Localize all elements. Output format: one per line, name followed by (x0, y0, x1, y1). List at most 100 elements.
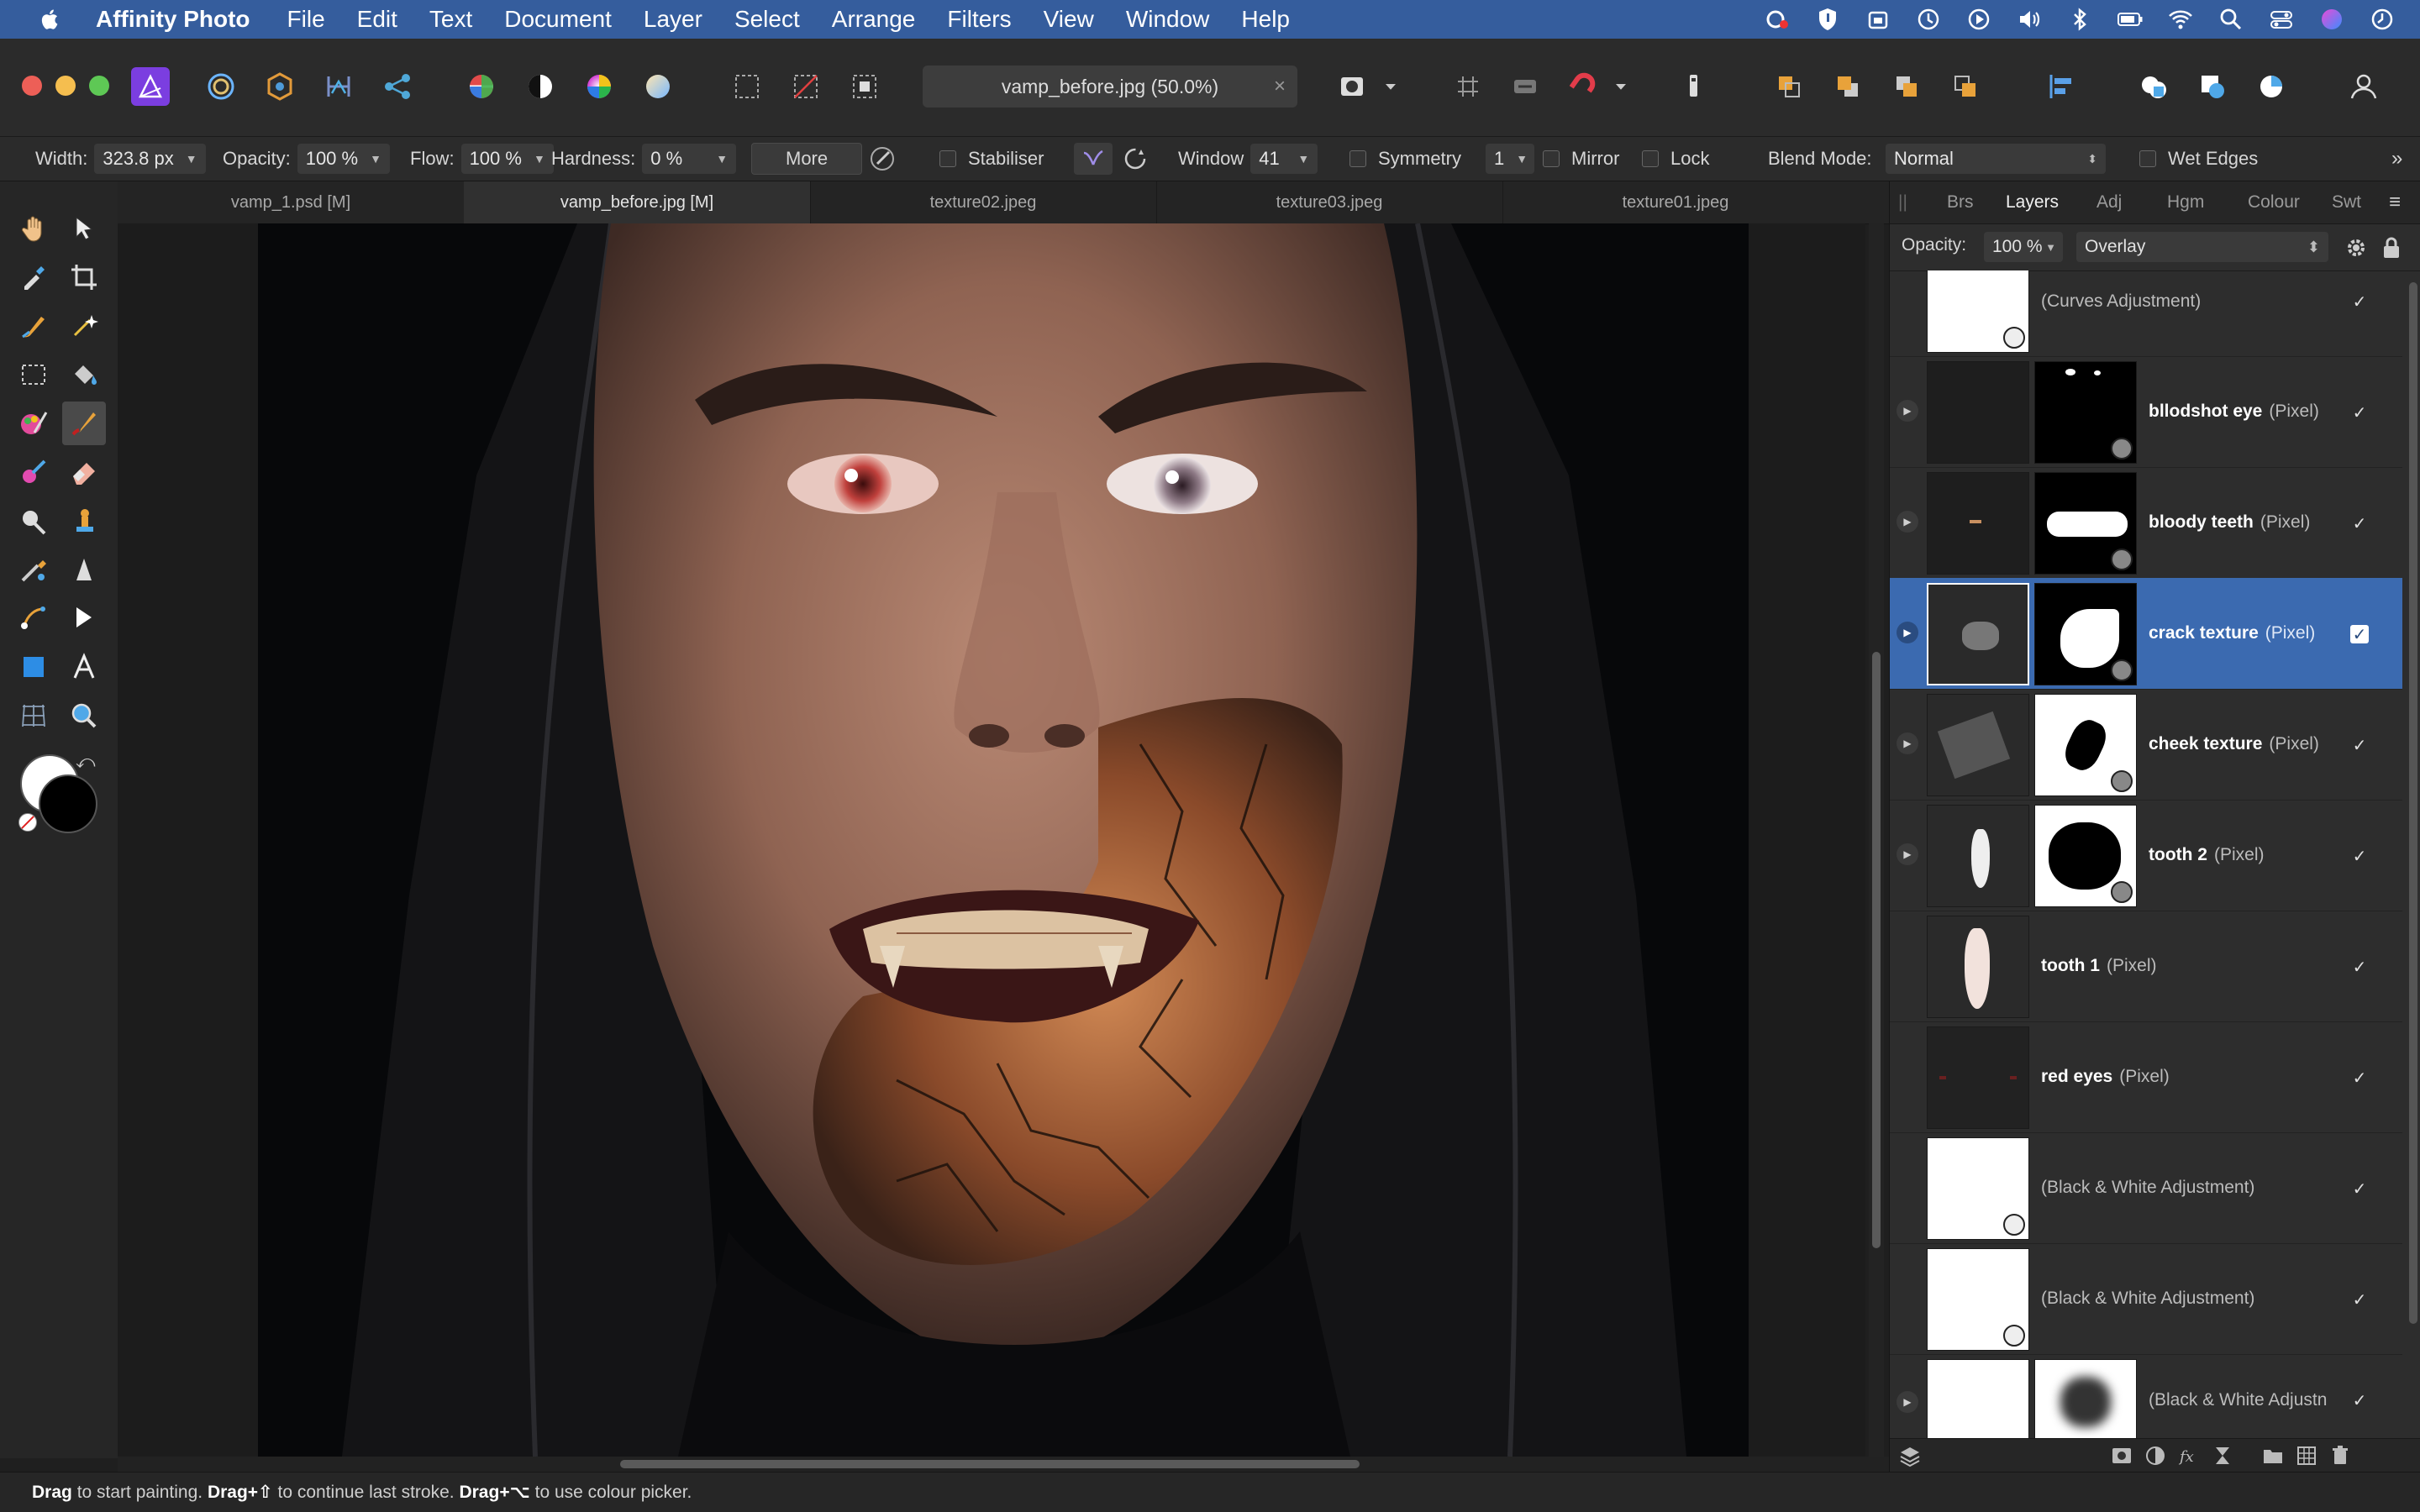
quick-mask-dropdown-icon[interactable] (1378, 67, 1403, 106)
canvas-horizontal-scrollbar[interactable] (118, 1457, 1889, 1472)
layer-row[interactable]: red eyes (Pixel) ✓ (1890, 1021, 2402, 1133)
insert-target-icon[interactable] (1674, 67, 1712, 106)
add-mask-icon[interactable] (2110, 1444, 2133, 1467)
canvas-vertical-scrollbar[interactable] (1869, 223, 1884, 1457)
move-tool-icon[interactable] (62, 207, 106, 250)
menu-window[interactable]: Window (1126, 6, 1210, 33)
battery-icon[interactable] (2116, 5, 2144, 34)
hardness-field[interactable]: 0 % ▼ (642, 144, 737, 174)
layer-row[interactable]: ▶ bloody teeth (Pixel) ✓ (1890, 467, 2402, 579)
view-hand-tool-icon[interactable] (12, 207, 55, 250)
siri-icon[interactable] (2317, 5, 2346, 34)
develop-persona-icon[interactable] (260, 67, 299, 106)
blur-brush-tool-icon[interactable] (12, 499, 55, 543)
apple-icon[interactable] (37, 6, 64, 33)
quick-mask-icon[interactable] (1333, 67, 1371, 106)
tab-texture03[interactable]: texture03.jpeg (1156, 181, 1503, 223)
move-to-back-icon[interactable] (1770, 67, 1808, 106)
tone-mapping-persona-icon[interactable] (319, 67, 358, 106)
layer-visibility-checkbox[interactable]: ✓ (2350, 847, 2369, 866)
deselect-icon[interactable] (786, 67, 825, 106)
artistic-text-tool-icon[interactable] (62, 645, 106, 689)
menu-document[interactable]: Document (504, 6, 612, 33)
window-close-button[interactable] (22, 76, 42, 96)
window-dropdown-icon[interactable]: ▼ (1297, 152, 1309, 165)
time-machine-icon[interactable] (1914, 5, 1943, 34)
layer-row[interactable]: (Black & White Adjustment) ✓ (1890, 1132, 2402, 1244)
layer-row[interactable]: ▶ cheek texture (Pixel) ✓ (1890, 689, 2402, 801)
menu-select[interactable]: Select (734, 6, 800, 33)
inpainting-brush-tool-icon[interactable] (12, 548, 55, 591)
close-document-icon[interactable]: × (1274, 75, 1286, 98)
hardness-dropdown-icon[interactable]: ▼ (716, 152, 728, 165)
move-forward-one-icon[interactable] (1887, 67, 1926, 106)
layer-row[interactable]: (Black & White Adjustment) ✓ (1890, 1243, 2402, 1355)
spotlight-search-icon[interactable] (2217, 5, 2245, 34)
layer-visibility-checkbox[interactable]: ✓ (2350, 403, 2369, 423)
tab-histogram[interactable]: Hgm (2167, 181, 2204, 223)
add-pixel-layer-icon[interactable] (2295, 1444, 2318, 1467)
layer-visibility-checkbox[interactable]: ✓ (2350, 292, 2369, 312)
menu-text[interactable]: Text (429, 6, 472, 33)
move-back-one-icon[interactable] (1828, 67, 1867, 106)
creative-cloud-icon[interactable] (1763, 5, 1791, 34)
panel-menu-icon[interactable]: ≡ (2389, 181, 2401, 223)
paint-mixer-brush-tool-icon[interactable] (12, 402, 55, 445)
layer-expand-icon[interactable]: ▶ (1897, 622, 1918, 643)
erase-brush-tool-icon[interactable] (62, 450, 106, 494)
tab-texture02[interactable]: texture02.jpeg (810, 181, 1157, 223)
brush-options-icon[interactable] (867, 137, 897, 181)
dodge-brush-tool-icon[interactable] (12, 450, 55, 494)
window-field[interactable]: 41 ▼ (1250, 144, 1318, 174)
panel-grip-icon[interactable]: || (1898, 181, 1907, 223)
sharpen-tool-icon[interactable] (62, 548, 106, 591)
layer-row[interactable]: (Curves Adjustment) ✓ (1890, 270, 2402, 357)
snapping-dropdown-icon[interactable] (1608, 67, 1634, 106)
flow-dropdown-icon[interactable]: ▼ (534, 152, 545, 165)
rectangular-marquee-tool-icon[interactable] (12, 353, 55, 396)
vpn-icon[interactable] (1864, 5, 1892, 34)
layer-row[interactable]: ▶ bllodshot eye (Pixel) ✓ (1890, 356, 2402, 468)
menu-layer[interactable]: Layer (644, 6, 702, 33)
window-minimize-button[interactable] (55, 76, 76, 96)
symmetry-checkbox[interactable] (1349, 150, 1366, 167)
photo-persona-icon[interactable] (131, 67, 170, 106)
layer-visibility-checkbox[interactable]: ✓ (2350, 1290, 2369, 1310)
boolean-intersect-icon[interactable] (2252, 67, 2291, 106)
width-field[interactable]: 323.8 px ▼ (94, 144, 206, 174)
blend-mode-select[interactable]: Normal ⬍ (1886, 144, 2106, 174)
move-to-front-icon[interactable] (1946, 67, 1985, 106)
snapping-grid-icon[interactable] (1449, 67, 1487, 106)
window-zoom-button[interactable] (89, 76, 109, 96)
layer-visibility-checkbox[interactable]: ✓ (2350, 736, 2369, 755)
tab-texture01[interactable]: texture01.jpeg (1502, 181, 1849, 223)
export-persona-icon[interactable] (378, 67, 417, 106)
crop-tool-icon[interactable] (62, 255, 106, 299)
play-icon[interactable] (1965, 5, 1993, 34)
pen-tool-icon[interactable] (12, 596, 55, 640)
window-mode-icon[interactable] (1121, 137, 1150, 181)
tab-colour[interactable]: Colour (2248, 181, 2300, 223)
delete-layer-trash-icon[interactable] (2328, 1444, 2352, 1467)
tab-layers[interactable]: Layers (2006, 181, 2059, 223)
clock-icon[interactable] (2368, 5, 2396, 34)
tab-vamp-before-jpg[interactable]: vamp_before.jpg [M] (464, 181, 811, 223)
liquify-persona-icon[interactable] (202, 67, 240, 106)
rectangle-tool-icon[interactable] (12, 645, 55, 689)
live-filters-icon[interactable] (2211, 1444, 2234, 1467)
tab-swatches[interactable]: Swt (2332, 181, 2361, 223)
layer-opacity-field[interactable]: 100 % ▼ (1984, 232, 2063, 262)
menu-view[interactable]: View (1044, 6, 1094, 33)
assistant-icon[interactable] (1506, 67, 1544, 106)
align-icon[interactable] (2042, 67, 2081, 106)
wet-edges-checkbox[interactable] (2139, 150, 2156, 167)
overflow-chevron-icon[interactable]: » (2391, 137, 2402, 181)
symmetry-count-dropdown-icon[interactable]: ▼ (1516, 152, 1528, 165)
zoom-tool-icon[interactable] (62, 694, 106, 738)
menu-app-name[interactable]: Affinity Photo (96, 6, 250, 33)
auto-contrast-icon[interactable] (521, 67, 560, 106)
flood-fill-tool-icon[interactable] (62, 353, 106, 396)
volume-icon[interactable] (2015, 5, 2044, 34)
layer-stack-icon[interactable] (1898, 1444, 1922, 1467)
horizontal-scroll-thumb[interactable] (620, 1460, 1360, 1468)
